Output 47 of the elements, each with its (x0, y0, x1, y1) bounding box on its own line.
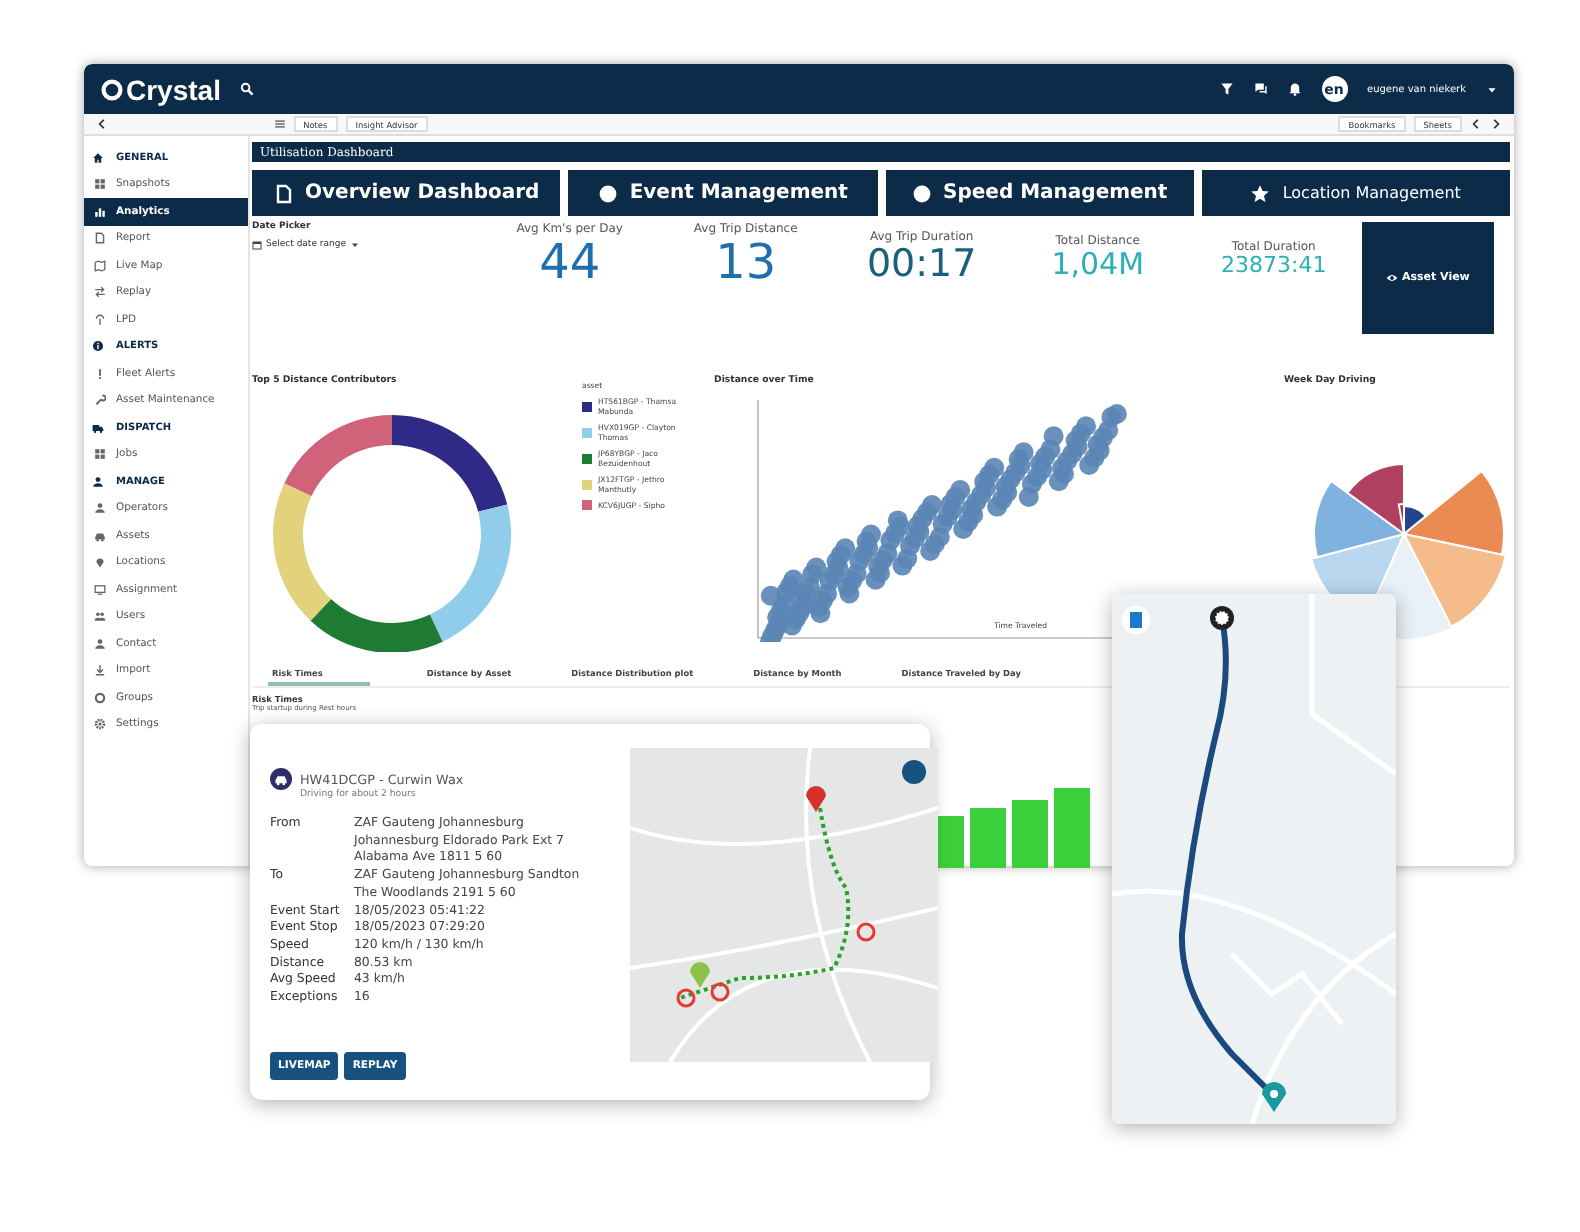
arrows-icon (94, 286, 106, 299)
ring-icon (100, 77, 124, 101)
monitor-icon (94, 583, 106, 596)
document-icon (273, 183, 294, 203)
kpi-value: 23873:41 (1221, 254, 1327, 279)
bar-chart-icon (94, 205, 106, 218)
search-icon[interactable] (240, 82, 255, 96)
car-icon (94, 529, 106, 542)
star-icon (1250, 183, 1271, 203)
calendar-icon (252, 240, 262, 250)
kpi-value: 1,04M (1051, 248, 1145, 281)
ring-icon (94, 691, 106, 704)
chevron-left-icon[interactable] (1470, 118, 1482, 130)
person-icon (94, 502, 106, 515)
person-icon (94, 637, 106, 650)
wrench-icon (94, 394, 106, 407)
chevron-right-icon[interactable] (1490, 118, 1502, 130)
antenna-icon (94, 313, 106, 326)
menu-icon[interactable] (273, 118, 286, 130)
caret-icon (349, 240, 360, 250)
people-icon (94, 610, 106, 623)
chevron-left-icon[interactable] (96, 118, 108, 130)
nav-tab[interactable]: Event Management (568, 170, 877, 216)
grid-icon (94, 178, 106, 191)
kpi-value: 00:17 (866, 244, 977, 286)
chat-icon[interactable] (1253, 82, 1267, 96)
kpi-value: 13 (715, 236, 777, 289)
logo-text: Crystal (126, 73, 221, 105)
grid-icon (94, 448, 106, 461)
download-icon (94, 664, 106, 677)
map-icon (94, 259, 106, 272)
location-pin-icon (94, 556, 106, 569)
filter-icon[interactable] (1219, 82, 1233, 96)
settings-icon (94, 718, 106, 731)
eye-icon (1385, 272, 1398, 284)
caret-icon[interactable] (1486, 83, 1498, 95)
nav-tab[interactable]: Speed Management (885, 170, 1194, 216)
kpi-value: 44 (539, 236, 601, 289)
document-icon (94, 232, 106, 245)
person-icon (92, 475, 104, 488)
exclamation-icon (94, 367, 106, 380)
nav-tab[interactable]: Overview Dashboard (252, 170, 561, 216)
truck-icon (92, 421, 104, 434)
bell-icon[interactable] (1287, 82, 1301, 96)
donut-slice (392, 415, 508, 512)
house-icon (92, 151, 104, 164)
nav-tab[interactable]: Location Management (1201, 170, 1510, 216)
